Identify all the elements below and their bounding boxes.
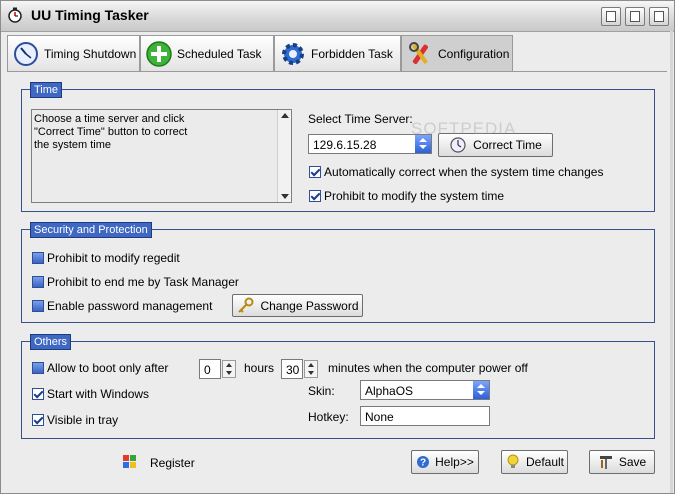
lightbulb-icon	[507, 454, 519, 468]
default-button[interactable]: Default	[501, 450, 568, 474]
prohibit-task-manager-checkbox[interactable]	[32, 276, 44, 288]
spin-down-icon[interactable]	[226, 371, 232, 375]
help-text: Choose a time server and click "Correct …	[34, 113, 188, 151]
correct-time-label: Correct Time	[473, 138, 542, 152]
minutes-input[interactable]: 30	[281, 359, 303, 379]
boot-only-checkbox[interactable]	[32, 362, 44, 374]
auto-correct-label[interactable]: Automatically correct when the system ti…	[324, 165, 603, 179]
help-text-box: Choose a time server and click "Correct …	[31, 109, 292, 203]
spin-up-icon[interactable]	[308, 363, 314, 367]
group-title: Time	[30, 82, 63, 98]
hours-spinner[interactable]	[222, 360, 236, 378]
tools-icon	[599, 456, 612, 469]
minutes-value: 30	[286, 363, 300, 377]
window-title: UU Timing Tasker	[31, 7, 149, 23]
scroll-down-icon[interactable]	[281, 194, 289, 199]
spin-up-icon[interactable]	[226, 363, 232, 367]
windows-logo-icon[interactable]	[121, 453, 139, 471]
password-management-checkbox[interactable]	[32, 300, 44, 312]
help-label: Help>>	[435, 455, 474, 469]
help-button[interactable]: ? Help>>	[411, 450, 479, 474]
prohibit-task-manager-label[interactable]: Prohibit to end me by Task Manager	[47, 275, 239, 289]
tab-label: Forbidden Task	[311, 46, 393, 61]
save-label: Save	[618, 455, 647, 469]
tab-label: Scheduled Task	[177, 46, 262, 61]
tab-forbidden-task[interactable]: Forbidden Task	[274, 35, 401, 71]
group-title: Security and Protection	[30, 222, 152, 238]
minutes-label: minutes when the computer power off	[328, 361, 528, 375]
visible-tray-label[interactable]: Visible in tray	[47, 413, 118, 427]
minimize-icon	[606, 11, 616, 22]
time-server-value: 129.6.15.28	[313, 138, 377, 152]
hotkey-label: Hotkey:	[308, 410, 349, 424]
add-icon	[146, 40, 172, 67]
title-bar[interactable]: UU Timing Tasker	[1, 1, 674, 32]
password-management-label[interactable]: Enable password management	[47, 299, 212, 313]
key-icon	[238, 297, 254, 313]
tab-label: Configuration	[438, 47, 510, 61]
prohibit-regedit-label[interactable]: Prohibit to modify regedit	[47, 251, 180, 265]
svg-text:?: ?	[420, 458, 426, 469]
app-icon	[8, 7, 22, 23]
tab-scheduled-task[interactable]: Scheduled Task	[140, 35, 274, 71]
skin-select[interactable]: AlphaOS	[360, 380, 490, 400]
help-icon: ?	[417, 456, 430, 469]
hours-input[interactable]: 0	[199, 359, 221, 379]
close-icon	[654, 11, 664, 22]
clock-icon	[14, 41, 38, 66]
maximize-button[interactable]	[625, 7, 645, 26]
prohibit-modify-time-checkbox[interactable]	[309, 190, 321, 202]
register-link[interactable]: Register	[150, 456, 195, 470]
hotkey-value: None	[365, 410, 394, 424]
watermark: SOFTPEDIA	[411, 119, 517, 138]
gear-icon	[282, 42, 304, 65]
memo-scrollbar[interactable]	[277, 110, 291, 202]
tab-configuration[interactable]: Configuration	[401, 35, 513, 72]
app-window: UU Timing Tasker Timing Shutdown Schedul…	[0, 0, 675, 494]
scroll-up-icon[interactable]	[281, 113, 289, 118]
visible-tray-checkbox[interactable]	[32, 414, 44, 426]
minutes-spinner[interactable]	[304, 360, 318, 378]
tab-label: Timing Shutdown	[44, 46, 137, 61]
minimize-button[interactable]	[601, 7, 621, 26]
chevron-down-icon[interactable]	[473, 381, 489, 399]
start-windows-checkbox[interactable]	[32, 388, 44, 400]
group-title: Others	[30, 334, 72, 350]
start-windows-label[interactable]: Start with Windows	[47, 387, 149, 401]
prohibit-modify-time-label[interactable]: Prohibit to modify the system time	[324, 189, 504, 203]
save-button[interactable]: Save	[589, 450, 655, 474]
tools-icon	[409, 42, 428, 64]
window-border	[670, 31, 673, 493]
hotkey-input[interactable]: None	[360, 406, 490, 426]
auto-correct-checkbox[interactable]	[309, 166, 321, 178]
hours-value: 0	[204, 363, 211, 377]
spin-down-icon[interactable]	[308, 371, 314, 375]
close-button[interactable]	[649, 7, 669, 26]
default-label: Default	[525, 455, 565, 469]
skin-value: AlphaOS	[365, 384, 414, 398]
skin-label: Skin:	[308, 384, 335, 398]
change-password-label: Change Password	[260, 298, 359, 313]
time-server-label: Select Time Server:	[308, 112, 413, 126]
tab-timing-shutdown[interactable]: Timing Shutdown	[7, 35, 140, 71]
change-password-button[interactable]: Change Password	[232, 294, 363, 317]
prohibit-regedit-checkbox[interactable]	[32, 252, 44, 264]
hours-label: hours	[244, 361, 275, 375]
maximize-icon	[630, 11, 640, 22]
boot-only-label[interactable]: Allow to boot only after	[47, 361, 168, 375]
